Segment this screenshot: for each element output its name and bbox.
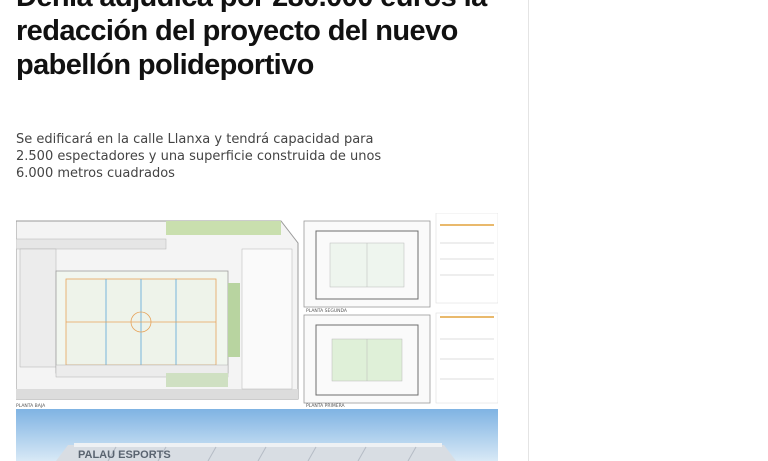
- floor-plans-graphic: PLANTA BAJA PLANTA SEGUNDA PLANTA PRIMER…: [16, 213, 498, 409]
- building-render-graphic: PALAU ESPORTS: [16, 409, 498, 461]
- area-tables: [435, 213, 498, 404]
- article-main-column: Dénia adjudica por 280.000 euros la reda…: [0, 0, 529, 461]
- article-headline[interactable]: Dénia adjudica por 280.000 euros la reda…: [16, 0, 506, 82]
- first-floor-plan: [303, 314, 431, 404]
- article-subtitle: Se edificará en la calle Llanxa y tendrá…: [16, 132, 382, 181]
- article-image-building-render[interactable]: PALAU ESPORTS: [16, 409, 498, 461]
- ground-floor-plan: [16, 220, 299, 400]
- building-sign: PALAU ESPORTS: [78, 449, 171, 461]
- second-floor-plan: [303, 220, 431, 308]
- article-page: Dénia adjudica por 280.000 euros la reda…: [0, 0, 768, 461]
- right-sidebar: [529, 0, 768, 461]
- plan-label-second: PLANTA SEGUNDA: [306, 308, 348, 314]
